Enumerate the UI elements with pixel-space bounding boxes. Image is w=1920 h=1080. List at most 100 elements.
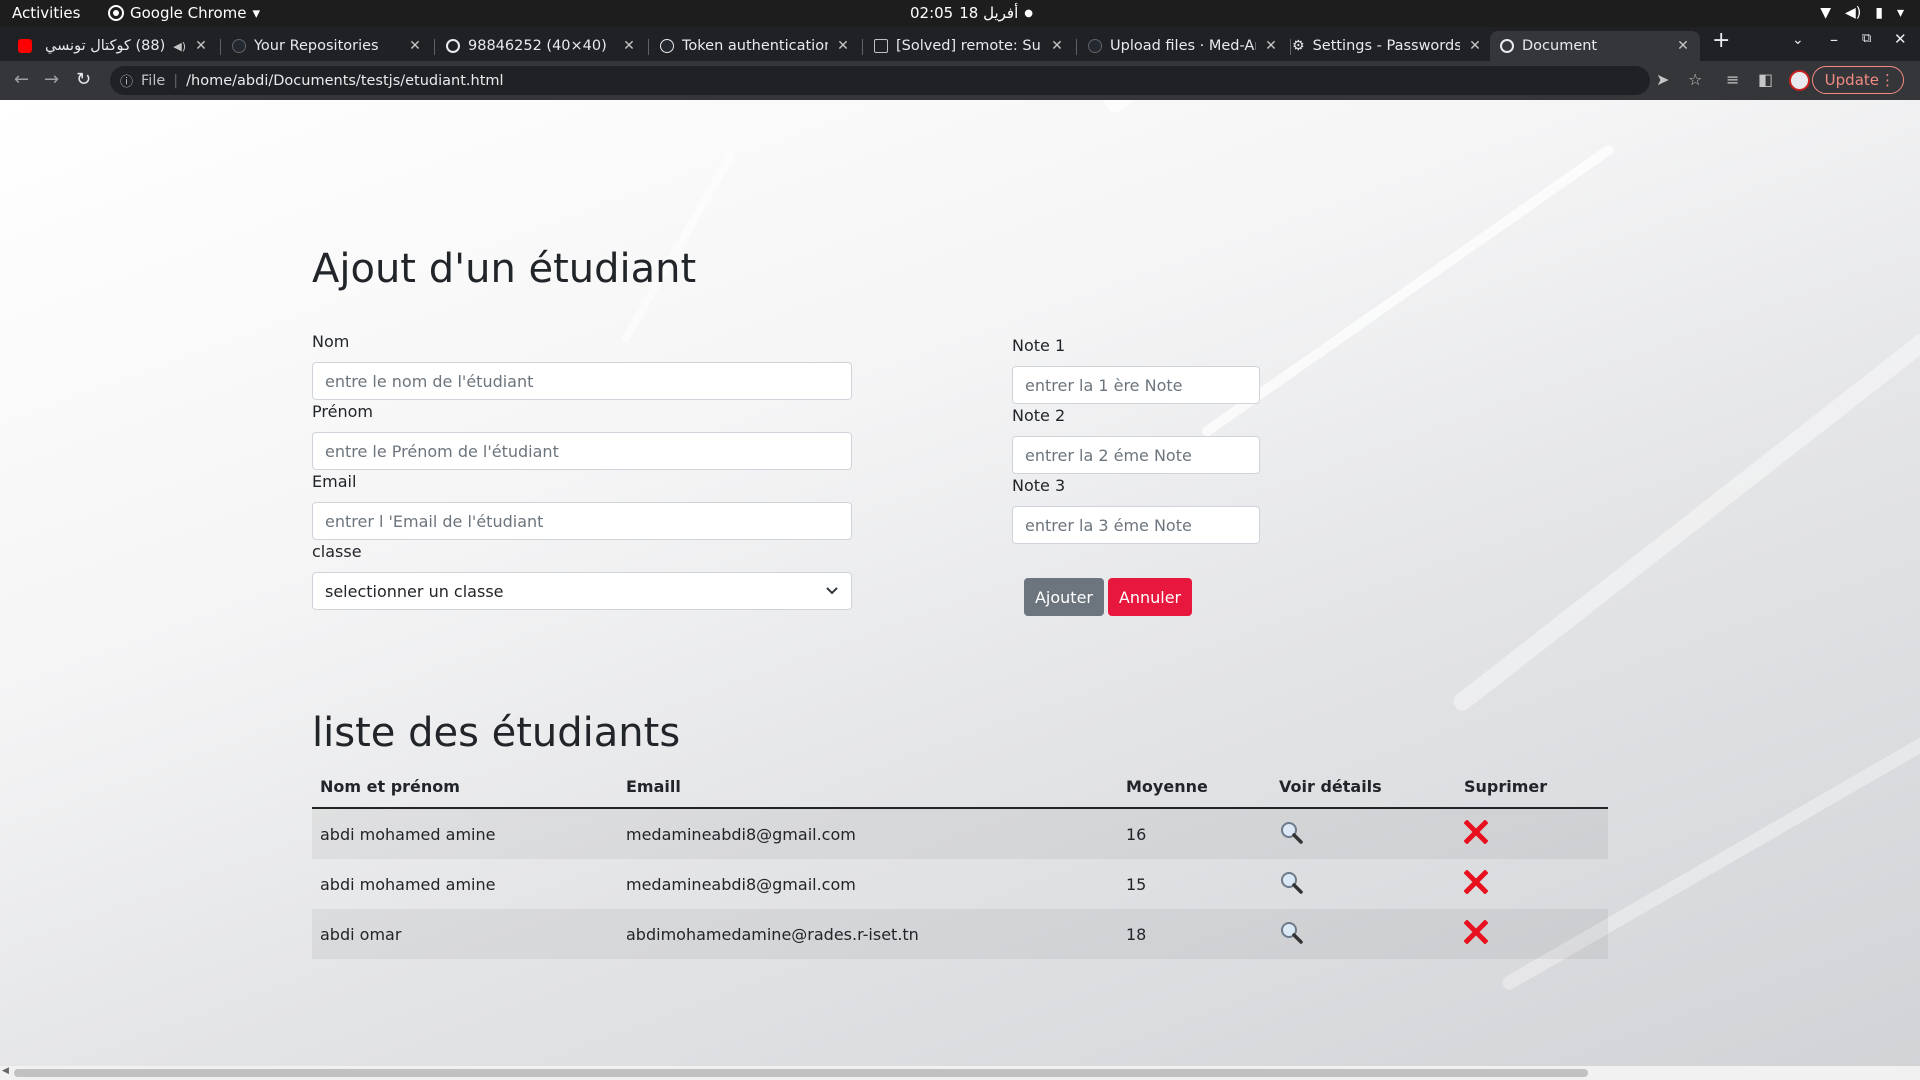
scroll-left-icon[interactable]: ◀ bbox=[2, 1066, 9, 1076]
table-row: abdi mohamed amine medamineabdi8@gmail.c… bbox=[312, 859, 1608, 909]
classe-label: classe bbox=[312, 542, 362, 561]
avatar[interactable] bbox=[1789, 70, 1810, 91]
tab-settings-passwords[interactable]: ⚙ Settings - Passwords ✕ bbox=[1282, 31, 1492, 61]
clock[interactable]: 02:05 أفريل 18 ● bbox=[910, 4, 1033, 22]
note1-label: Note 1 bbox=[1012, 336, 1066, 355]
tab-image[interactable]: 98846252 (40×40) ✕ bbox=[436, 31, 646, 61]
scrollbar-thumb[interactable] bbox=[14, 1069, 1588, 1077]
github-icon bbox=[660, 39, 674, 53]
ajouter-button[interactable]: Ajouter bbox=[1024, 578, 1104, 616]
cell-moyenne: 18 bbox=[1118, 909, 1271, 959]
github-icon bbox=[1088, 39, 1102, 53]
page-viewport: Ajout d'un étudiant Nom Prénom Email cla… bbox=[0, 100, 1920, 1066]
cell-details bbox=[1271, 808, 1456, 859]
app-name: Google Chrome bbox=[130, 4, 247, 22]
side-panel-icon[interactable]: ◧ bbox=[1758, 70, 1773, 89]
youtube-icon bbox=[18, 39, 32, 53]
form-title: Ajout d'un étudiant bbox=[312, 246, 697, 292]
speaker-icon[interactable]: ◀) bbox=[173, 40, 186, 53]
github-icon bbox=[232, 39, 246, 53]
cell-delete bbox=[1456, 808, 1608, 859]
classe-selected-value: selectionner un classe bbox=[325, 581, 504, 601]
cell-details bbox=[1271, 859, 1456, 909]
volume-icon: ◀) bbox=[1845, 5, 1862, 21]
minimize-icon[interactable]: – bbox=[1830, 30, 1838, 49]
app-menu[interactable]: Google Chrome ▾ bbox=[108, 4, 260, 22]
tab-title: Settings - Passwords bbox=[1312, 38, 1460, 54]
search-icon[interactable] bbox=[1279, 820, 1303, 844]
cell-details bbox=[1271, 909, 1456, 959]
close-icon[interactable]: ✕ bbox=[836, 38, 850, 54]
system-tray[interactable]: ▼ ◀) ▮ ▾ bbox=[1820, 5, 1904, 21]
tab-separator bbox=[220, 39, 221, 55]
tab-search-icon[interactable]: ⌄ bbox=[1792, 32, 1804, 48]
address-bar[interactable]: ⓘ File | /home/abdi/Documents/testjs/etu… bbox=[110, 66, 1650, 95]
nom-input[interactable] bbox=[312, 362, 852, 400]
cell-email: medamineabdi8@gmail.com bbox=[618, 808, 1118, 859]
note1-input[interactable] bbox=[1012, 366, 1260, 404]
note3-input[interactable] bbox=[1012, 506, 1260, 544]
notification-dot-icon: ● bbox=[1024, 7, 1033, 19]
update-label: Update bbox=[1824, 71, 1879, 89]
tab-upload-files[interactable]: Upload files · Med-Am ✕ bbox=[1078, 31, 1288, 61]
tab-your-repositories[interactable]: Your Repositories ✕ bbox=[222, 31, 432, 61]
back-icon[interactable]: ← bbox=[14, 69, 29, 90]
reload-icon[interactable]: ↻ bbox=[76, 69, 91, 90]
browser-toolbar: ← → ↻ ⓘ File | /home/abdi/Documents/test… bbox=[0, 61, 1920, 100]
annuler-button[interactable]: Annuler bbox=[1108, 578, 1192, 616]
tab-title: [Solved] remote: Supp bbox=[896, 38, 1042, 54]
cell-delete bbox=[1456, 859, 1608, 909]
star-icon[interactable]: ☆ bbox=[1688, 70, 1702, 89]
tab-youtube[interactable]: (88) كوكتال تونسي ◀) ✕ bbox=[8, 31, 218, 61]
classe-select[interactable]: selectionner un classe bbox=[312, 572, 852, 610]
tab-title: Document bbox=[1522, 38, 1598, 54]
table-row: abdi mohamed amine medamineabdi8@gmail.c… bbox=[312, 808, 1608, 859]
header-email: Emaill bbox=[618, 766, 1118, 809]
tab-separator bbox=[648, 39, 649, 55]
update-button[interactable]: Update ⋮ bbox=[1811, 66, 1904, 94]
tab-document[interactable]: Document ✕ bbox=[1490, 31, 1700, 61]
url-text[interactable]: /home/abdi/Documents/testjs/etudiant.htm… bbox=[186, 73, 503, 89]
send-icon[interactable]: ➤ bbox=[1656, 70, 1669, 89]
email-input[interactable] bbox=[312, 502, 852, 540]
delete-x-icon[interactable] bbox=[1464, 870, 1488, 894]
note2-input[interactable] bbox=[1012, 436, 1260, 474]
chevron-down-icon: ▾ bbox=[1896, 5, 1904, 21]
new-tab-button[interactable]: + bbox=[1712, 28, 1730, 53]
close-icon[interactable]: ✕ bbox=[1676, 38, 1690, 54]
tab-token-authentication[interactable]: Token authentication ✕ bbox=[650, 31, 860, 61]
nom-label: Nom bbox=[312, 332, 350, 351]
close-icon[interactable]: ✕ bbox=[1264, 38, 1278, 54]
tab-strip: (88) كوكتال تونسي ◀) ✕ Your Repositories… bbox=[0, 27, 1920, 61]
list-title: liste des étudiants bbox=[312, 710, 681, 756]
tab-separator bbox=[434, 39, 435, 55]
close-icon[interactable]: ✕ bbox=[408, 38, 422, 54]
close-icon[interactable]: ✕ bbox=[194, 38, 208, 54]
activities-button[interactable]: Activities bbox=[12, 4, 80, 22]
delete-x-icon[interactable] bbox=[1464, 820, 1488, 844]
cell-name: abdi mohamed amine bbox=[320, 874, 496, 894]
forward-icon[interactable]: → bbox=[44, 69, 59, 90]
search-icon[interactable] bbox=[1279, 920, 1303, 944]
info-icon[interactable]: ⓘ bbox=[120, 71, 133, 90]
delete-x-icon[interactable] bbox=[1464, 920, 1488, 944]
chevron-down-icon: ▾ bbox=[252, 4, 261, 22]
globe-icon bbox=[446, 39, 460, 53]
page-icon bbox=[874, 39, 888, 53]
prenom-input[interactable] bbox=[312, 432, 852, 470]
horizontal-scrollbar[interactable]: ◀ bbox=[0, 1066, 1920, 1080]
reading-list-icon[interactable]: ≡ bbox=[1726, 70, 1739, 89]
table-header-row: Nom et prénom Emaill Moyenne Voir détail… bbox=[312, 766, 1608, 809]
restore-icon[interactable]: ⧉ bbox=[1862, 31, 1871, 46]
more-icon: ⋮ bbox=[1880, 71, 1895, 89]
search-icon[interactable] bbox=[1279, 870, 1303, 894]
close-icon[interactable]: ✕ bbox=[1050, 38, 1064, 54]
close-icon[interactable]: ✕ bbox=[1468, 38, 1482, 54]
globe-icon bbox=[1500, 39, 1514, 53]
tab-title: 98846252 (40×40) bbox=[468, 38, 607, 54]
tab-solved-remote[interactable]: [Solved] remote: Supp ✕ bbox=[864, 31, 1074, 61]
cell-delete bbox=[1456, 909, 1608, 959]
prenom-label: Prénom bbox=[312, 402, 373, 421]
close-icon[interactable]: ✕ bbox=[622, 38, 636, 54]
window-close-icon[interactable]: ✕ bbox=[1894, 30, 1907, 48]
